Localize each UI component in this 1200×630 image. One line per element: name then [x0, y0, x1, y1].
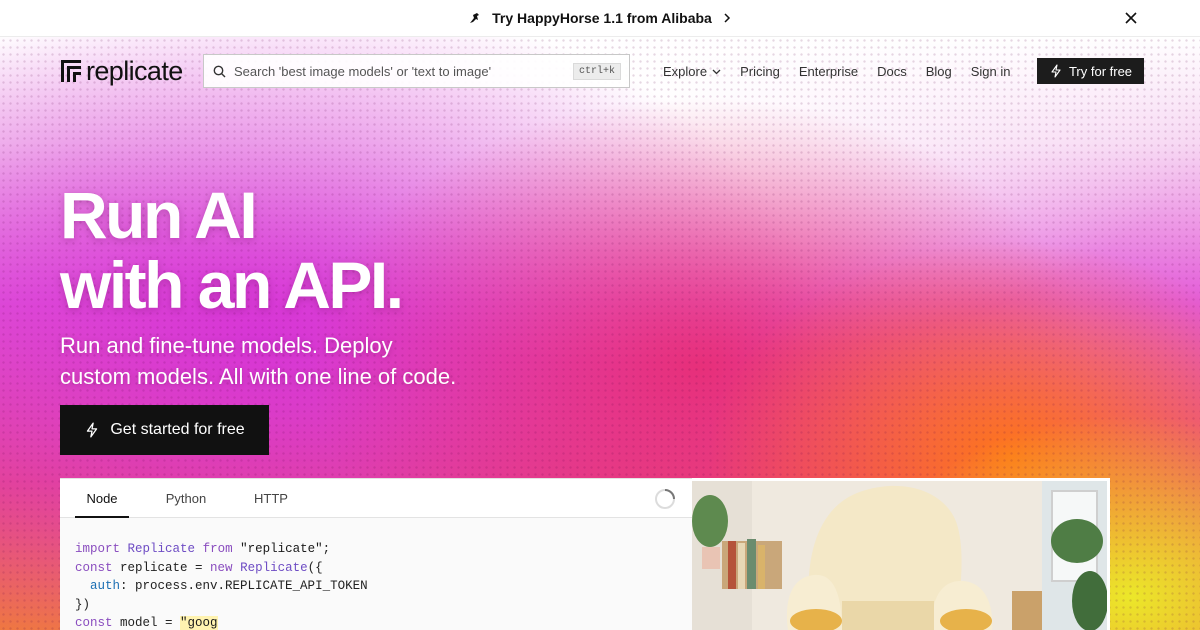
nav-explore[interactable]: Explore — [663, 64, 721, 79]
logo-text: replicate — [86, 56, 183, 86]
code-line-4: }) — [75, 597, 91, 612]
code-line-1: import Replicate from "replicate"; — [75, 542, 331, 556]
armchair-image — [692, 481, 1107, 630]
output-image-panel — [692, 478, 1110, 630]
bolt-icon — [1051, 64, 1061, 78]
headline-line-1: Run AI — [60, 178, 258, 252]
try-for-free-label: Try for free — [1068, 63, 1133, 79]
top-nav: replicate ctrl+k Explore Pricing Enterpr… — [0, 37, 1200, 105]
nav-explore-label: Explore — [663, 63, 708, 79]
horse-icon — [470, 13, 480, 23]
nav-sign-in[interactable]: Sign in — [971, 64, 1011, 79]
get-started-button[interactable]: Get started for free — [60, 405, 269, 455]
code-panel: Node Python HTTP import Replicate from "… — [60, 478, 692, 630]
announcement-text: Try HappyHorse 1.1 from Alibaba — [492, 10, 712, 26]
announcement-bar: Try HappyHorse 1.1 from Alibaba — [0, 0, 1200, 37]
chevron-right-icon — [724, 13, 730, 23]
close-icon[interactable] — [1124, 11, 1138, 25]
code-line-2: const replicate = new Replicate({ — [75, 560, 323, 575]
search-shortcut: ctrl+k — [572, 62, 621, 80]
nav-docs[interactable]: Docs — [877, 64, 907, 79]
subhead-line-1: Run and fine-tune models. Deploy — [60, 333, 393, 358]
code-tabs: Node Python HTTP — [60, 479, 692, 518]
loading-spinner-icon — [655, 489, 675, 509]
nav-pricing[interactable]: Pricing — [740, 64, 780, 79]
announcement-link[interactable]: Try HappyHorse 1.1 from Alibaba — [468, 10, 732, 26]
replicate-logo-icon — [61, 60, 81, 82]
bolt-icon — [87, 422, 98, 438]
search-input[interactable] — [234, 63, 565, 79]
hero-headline: Run AI with an API. — [60, 178, 404, 322]
get-started-label: Get started for free — [110, 421, 245, 438]
nav-menu: Explore Pricing Enterprise Docs Blog Sig… — [663, 61, 1029, 81]
hero-subhead: Run and fine-tune models. Deploy custom … — [60, 330, 520, 392]
tab-http[interactable]: HTTP — [246, 479, 296, 518]
replicate-logo[interactable]: replicate — [60, 56, 183, 86]
nav-enterprise[interactable]: Enterprise — [799, 64, 858, 79]
nav-blog[interactable]: Blog — [926, 64, 952, 79]
try-for-free-button[interactable]: Try for free — [1037, 58, 1144, 84]
code-line-5: const model = "goog — [75, 616, 218, 630]
search-box[interactable]: ctrl+k — [203, 54, 630, 88]
tab-node[interactable]: Node — [75, 479, 129, 518]
code-snippet: import Replicate from "replicate"; const … — [60, 518, 692, 630]
chevron-down-icon — [712, 69, 721, 74]
subhead-line-2: custom models. All with one line of code… — [60, 364, 457, 389]
headline-line-2: with an API. — [60, 248, 404, 322]
code-line-3: auth: process.env.REPLICATE_API_TOKEN — [90, 579, 368, 593]
tab-python[interactable]: Python — [160, 479, 212, 518]
search-icon — [213, 65, 226, 77]
